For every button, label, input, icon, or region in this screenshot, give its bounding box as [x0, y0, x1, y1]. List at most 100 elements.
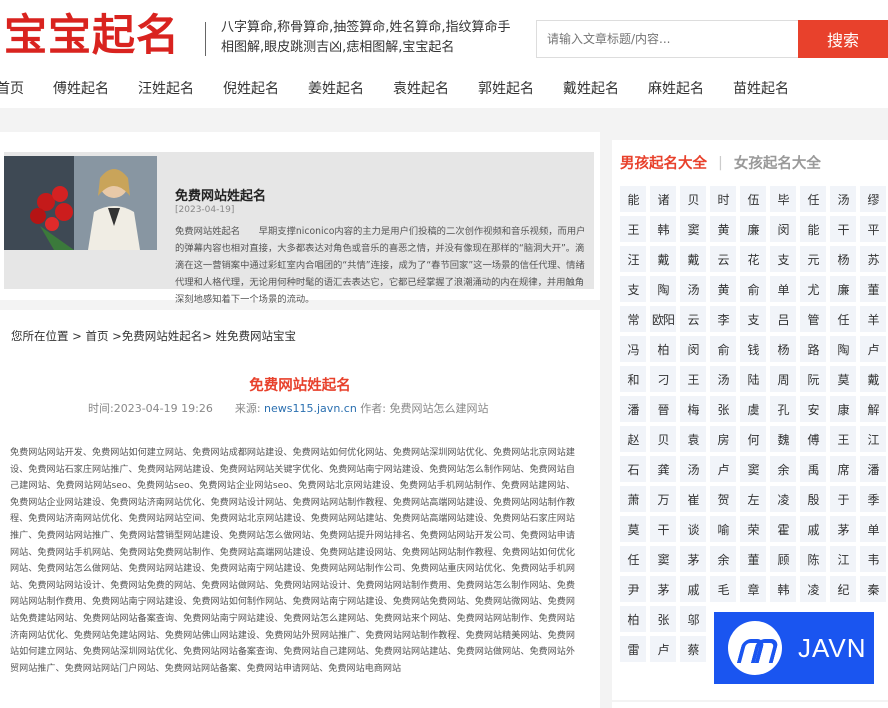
name-cell[interactable]: 汪 — [620, 246, 646, 272]
name-cell[interactable]: 元 — [800, 246, 826, 272]
name-cell[interactable]: 韩 — [770, 576, 796, 602]
featured-article-panel[interactable]: 免费网站姓起名 [2023-04-19] 免费网站姓起名 早期支撑niconic… — [4, 152, 594, 289]
name-cell[interactable]: 石 — [620, 456, 646, 482]
name-cell[interactable]: 钱 — [740, 336, 766, 362]
name-cell[interactable]: 邬 — [680, 606, 706, 632]
name-cell[interactable]: 尹 — [620, 576, 646, 602]
name-cell[interactable]: 窦 — [650, 546, 676, 572]
name-cell[interactable]: 毕 — [770, 186, 796, 212]
name-cell[interactable]: 柏 — [620, 606, 646, 632]
name-cell[interactable]: 羊 — [860, 306, 886, 332]
name-cell[interactable]: 阮 — [800, 366, 826, 392]
name-cell[interactable]: 戴 — [680, 246, 706, 272]
name-cell[interactable]: 李 — [710, 306, 736, 332]
name-cell[interactable]: 季 — [860, 486, 886, 512]
nav-item-dai[interactable]: 戴姓起名 — [563, 72, 619, 108]
name-cell[interactable]: 崔 — [680, 486, 706, 512]
name-cell[interactable]: 雷 — [620, 636, 646, 662]
name-cell[interactable]: 闵 — [680, 336, 706, 362]
nav-item-ma[interactable]: 麻姓起名 — [648, 72, 704, 108]
name-cell[interactable]: 章 — [740, 576, 766, 602]
name-cell[interactable]: 安 — [800, 396, 826, 422]
nav-item-guo[interactable]: 郭姓起名 — [478, 72, 534, 108]
name-cell[interactable]: 汤 — [680, 456, 706, 482]
name-cell[interactable]: 黄 — [710, 216, 736, 242]
nav-item-wang[interactable]: 汪姓起名 — [138, 72, 194, 108]
name-cell[interactable]: 单 — [770, 276, 796, 302]
name-cell[interactable]: 云 — [710, 246, 736, 272]
name-cell[interactable]: 江 — [830, 546, 856, 572]
name-cell[interactable]: 时 — [710, 186, 736, 212]
name-cell[interactable]: 贺 — [710, 486, 736, 512]
name-cell[interactable]: 冯 — [620, 336, 646, 362]
name-cell[interactable]: 平 — [860, 216, 886, 242]
nav-item-fu[interactable]: 傅姓起名 — [53, 72, 109, 108]
name-cell[interactable]: 蔡 — [680, 636, 706, 662]
name-cell[interactable]: 窦 — [740, 456, 766, 482]
name-cell[interactable]: 尤 — [800, 276, 826, 302]
name-cell[interactable]: 龚 — [650, 456, 676, 482]
name-cell[interactable]: 管 — [800, 306, 826, 332]
name-cell[interactable]: 荣 — [740, 516, 766, 542]
name-cell[interactable]: 伍 — [740, 186, 766, 212]
name-cell[interactable]: 左 — [740, 486, 766, 512]
name-cell[interactable]: 廉 — [740, 216, 766, 242]
tab-girl-names[interactable]: 女孩起名大全 — [734, 152, 821, 173]
name-cell[interactable]: 戚 — [800, 516, 826, 542]
name-cell[interactable]: 席 — [830, 456, 856, 482]
name-cell[interactable]: 董 — [740, 546, 766, 572]
name-cell[interactable]: 孔 — [770, 396, 796, 422]
name-cell[interactable]: 赵 — [620, 426, 646, 452]
name-cell[interactable]: 柏 — [650, 336, 676, 362]
name-cell[interactable]: 缪 — [860, 186, 886, 212]
name-cell[interactable]: 窦 — [680, 216, 706, 242]
nav-item-miao[interactable]: 苗姓起名 — [733, 72, 789, 108]
name-cell[interactable]: 戚 — [680, 576, 706, 602]
name-cell[interactable]: 贝 — [680, 186, 706, 212]
name-cell[interactable]: 卢 — [710, 456, 736, 482]
name-cell[interactable]: 凌 — [800, 576, 826, 602]
name-cell[interactable]: 汤 — [680, 276, 706, 302]
search-input[interactable] — [536, 20, 798, 58]
name-cell[interactable]: 吕 — [770, 306, 796, 332]
name-cell[interactable]: 卢 — [860, 336, 886, 362]
name-cell[interactable]: 毛 — [710, 576, 736, 602]
name-cell[interactable]: 汤 — [710, 366, 736, 392]
name-cell[interactable]: 支 — [620, 276, 646, 302]
name-cell[interactable]: 茅 — [830, 516, 856, 542]
name-cell[interactable]: 顾 — [770, 546, 796, 572]
name-cell[interactable]: 支 — [770, 246, 796, 272]
name-cell[interactable]: 虞 — [740, 396, 766, 422]
name-cell[interactable]: 陈 — [800, 546, 826, 572]
name-cell[interactable]: 张 — [650, 606, 676, 632]
name-cell[interactable]: 卢 — [650, 636, 676, 662]
name-cell[interactable]: 晉 — [650, 396, 676, 422]
name-cell[interactable]: 张 — [710, 396, 736, 422]
name-cell[interactable]: 戴 — [650, 246, 676, 272]
name-cell[interactable]: 陆 — [740, 366, 766, 392]
name-cell[interactable]: 茅 — [680, 546, 706, 572]
name-cell[interactable]: 干 — [650, 516, 676, 542]
name-cell[interactable]: 王 — [680, 366, 706, 392]
name-cell[interactable]: 花 — [740, 246, 766, 272]
name-cell[interactable]: 能 — [800, 216, 826, 242]
name-cell[interactable]: 余 — [710, 546, 736, 572]
name-cell[interactable]: 康 — [830, 396, 856, 422]
name-cell[interactable]: 傅 — [800, 426, 826, 452]
name-cell[interactable]: 任 — [800, 186, 826, 212]
name-cell[interactable]: 单 — [860, 516, 886, 542]
name-cell[interactable]: 纪 — [830, 576, 856, 602]
search-button[interactable]: 搜索 — [798, 20, 888, 58]
name-cell[interactable]: 莫 — [620, 516, 646, 542]
name-cell[interactable]: 任 — [620, 546, 646, 572]
name-cell[interactable]: 江 — [860, 426, 886, 452]
name-cell[interactable]: 莫 — [830, 366, 856, 392]
nav-item-jiang[interactable]: 姜姓起名 — [308, 72, 364, 108]
name-cell[interactable]: 禹 — [800, 456, 826, 482]
name-cell[interactable]: 路 — [800, 336, 826, 362]
name-cell[interactable]: 黄 — [710, 276, 736, 302]
name-cell[interactable]: 袁 — [680, 426, 706, 452]
name-cell[interactable]: 陶 — [830, 336, 856, 362]
name-cell[interactable]: 解 — [860, 396, 886, 422]
site-logo[interactable]: 宝宝起名 — [4, 8, 180, 64]
